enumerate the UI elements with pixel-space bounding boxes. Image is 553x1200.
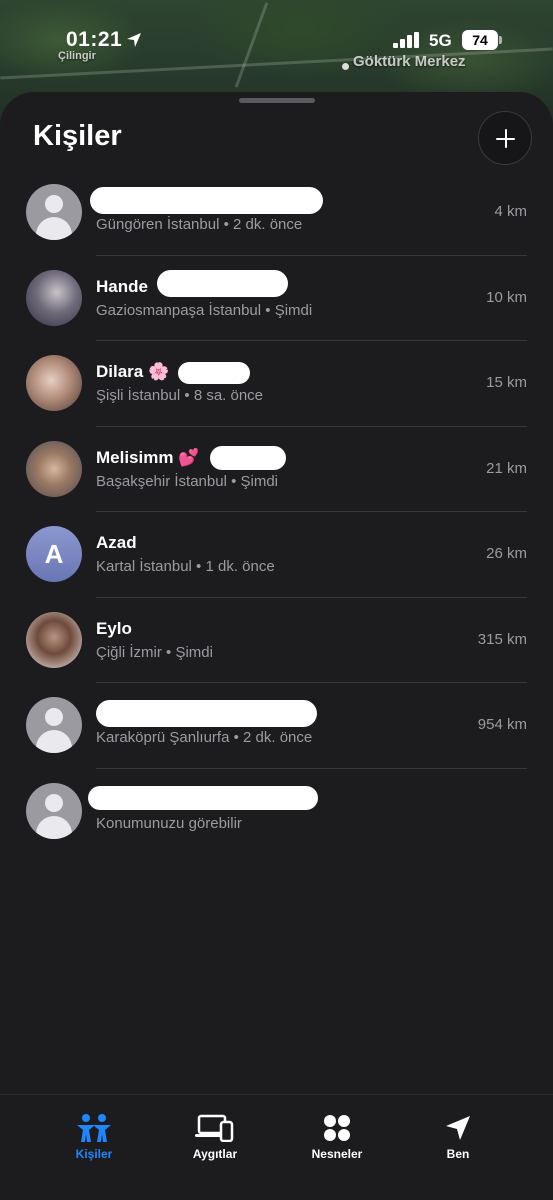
list-item[interactable]: Konumunuzu görebilir	[0, 769, 553, 855]
list-item[interactable]: Karaköprü Şanlıurfa • 2 dk. önce 954 km	[0, 683, 553, 769]
add-person-button[interactable]	[478, 111, 532, 165]
redacted-name	[96, 700, 317, 727]
person-distance: 315 km	[477, 630, 527, 648]
tab-label: Nesneler	[311, 1147, 363, 1161]
avatar	[26, 355, 82, 411]
person-name: Melisimm 💕	[96, 447, 200, 467]
sheet-grabber[interactable]	[239, 98, 315, 103]
tab-items[interactable]: Nesneler	[282, 1113, 392, 1161]
person-name: Eylo	[96, 618, 132, 638]
tab-label: Kişiler	[75, 1147, 113, 1161]
list-item[interactable]: Güngören İstanbul • 2 dk. önce 4 km	[0, 170, 553, 256]
status-time: 01:21	[66, 28, 123, 51]
redacted-name	[178, 362, 250, 384]
avatar	[26, 269, 82, 326]
redacted-name	[210, 445, 286, 470]
avatar	[26, 782, 82, 839]
battery-icon: 74	[462, 30, 498, 50]
tab-devices[interactable]: Aygıtlar	[160, 1113, 270, 1161]
redacted-name	[88, 785, 318, 810]
person-status: Konumunuzu görebilir	[96, 814, 242, 832]
avatar: A	[26, 526, 82, 582]
status-bar: 01:21 5G 74	[0, 0, 553, 80]
tab-label: Aygıtlar	[192, 1147, 238, 1161]
location-services-icon	[127, 33, 141, 47]
list-item[interactable]: Melisimm 💕 Başakşehir İstanbul • Şimdi 2…	[0, 427, 553, 512]
person-distance: 4 km	[494, 203, 527, 220]
tab-me[interactable]: Ben	[403, 1113, 513, 1161]
cellular-signal-icon	[393, 32, 419, 48]
person-distance: 10 km	[486, 288, 527, 306]
person-location: Başakşehir İstanbul • Şimdi	[96, 472, 279, 490]
people-sheet: Kişiler Güngören İstanbul • 2 dk. önce 4…	[0, 92, 553, 1200]
person-name: Azad	[96, 533, 137, 552]
people-icon	[77, 1114, 111, 1142]
tab-people[interactable]: Kişiler	[39, 1113, 149, 1161]
person-distance: 15 km	[486, 374, 527, 391]
people-list: Güngören İstanbul • 2 dk. önce 4 km Hand…	[0, 170, 553, 854]
devices-icon	[195, 1114, 234, 1142]
avatar	[26, 611, 82, 668]
person-location: Karaköprü Şanlıurfa • 2 dk. önce	[96, 729, 313, 746]
person-name: Dilara 🌸	[96, 362, 170, 381]
person-location: Güngören İstanbul • 2 dk. önce	[96, 216, 303, 233]
redacted-name	[157, 269, 288, 297]
avatar	[26, 184, 82, 240]
location-arrow-icon	[446, 1116, 470, 1140]
list-item[interactable]: Hande Gaziosmanpaşa İstanbul • Şimdi 10 …	[0, 256, 553, 341]
page-title: Kişiler	[33, 120, 122, 152]
battery-tip	[499, 36, 502, 44]
list-item[interactable]: A Azad Kartal İstanbul • 1 dk. önce 26 k…	[0, 512, 553, 598]
network-type: 5G	[429, 31, 452, 50]
items-icon	[324, 1115, 350, 1141]
person-location: Çiğli İzmir • Şimdi	[96, 643, 213, 661]
avatar	[26, 697, 82, 753]
person-name: Hande	[96, 276, 148, 296]
person-distance: 26 km	[486, 545, 527, 562]
list-item[interactable]: Eylo Çiğli İzmir • Şimdi 315 km	[0, 598, 553, 683]
avatar	[26, 440, 82, 497]
person-location: Kartal İstanbul • 1 dk. önce	[96, 558, 275, 575]
redacted-name	[90, 187, 323, 214]
tab-label: Ben	[446, 1147, 470, 1161]
person-distance: 21 km	[486, 459, 527, 477]
person-distance: 954 km	[477, 716, 527, 733]
person-location: Gaziosmanpaşa İstanbul • Şimdi	[96, 301, 313, 319]
person-location: Şişli İstanbul • 8 sa. önce	[96, 387, 264, 404]
list-item[interactable]: Dilara 🌸 Şişli İstanbul • 8 sa. önce 15 …	[0, 341, 553, 427]
tab-bar: Kişiler Aygıtlar Nesneler Ben	[0, 1094, 553, 1200]
